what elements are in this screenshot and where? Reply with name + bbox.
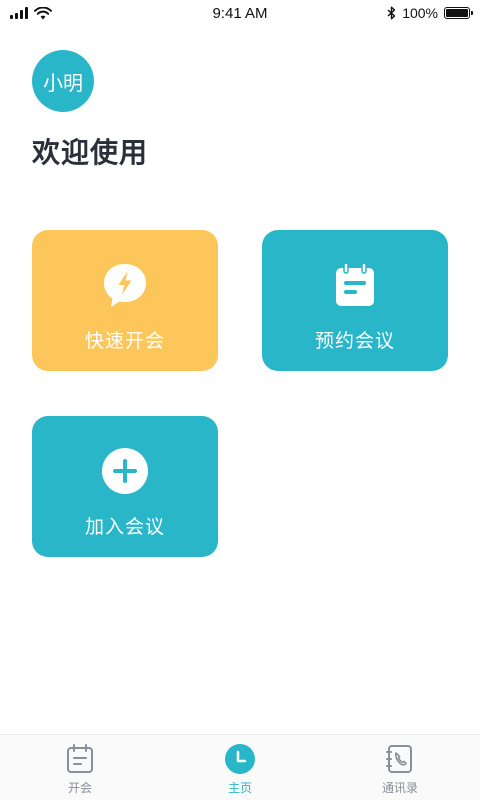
- quick-meeting-button[interactable]: 快速开会: [32, 230, 218, 371]
- tab-meeting[interactable]: 开会: [20, 735, 140, 796]
- tab-bar: 开会 主页 通讯录: [0, 734, 480, 800]
- contacts-phone-icon: [384, 743, 416, 775]
- page-title: 欢迎使用: [32, 136, 149, 169]
- join-meeting-button[interactable]: 加入会议: [32, 416, 218, 557]
- battery-icon: [444, 7, 473, 19]
- avatar[interactable]: 小明: [32, 50, 94, 112]
- tab-contacts[interactable]: 通讯录: [340, 735, 460, 796]
- tab-contacts-label: 通讯录: [381, 781, 418, 795]
- status-right: 100%: [387, 5, 473, 21]
- tab-meeting-label: 开会: [67, 781, 92, 795]
- bluetooth-icon: [387, 6, 396, 20]
- lightning-chat-icon: [100, 260, 150, 310]
- status-left: [10, 6, 52, 20]
- battery-fill: [446, 9, 468, 17]
- clock-icon: [224, 743, 256, 775]
- signal-icon: [10, 7, 28, 19]
- calendar-icon: [64, 743, 96, 775]
- join-meeting-label: 加入会议: [84, 516, 165, 538]
- wifi-icon: [34, 6, 52, 19]
- schedule-meeting-label: 预约会议: [314, 330, 395, 352]
- tab-home[interactable]: 主页: [180, 735, 300, 796]
- plus-circle-icon: [100, 446, 150, 496]
- calendar-note-icon: [330, 260, 380, 310]
- battery-percentage: 100%: [402, 5, 438, 21]
- quick-meeting-label: 快速开会: [84, 330, 165, 352]
- tab-home-label: 主页: [227, 781, 252, 795]
- status-bar: 9:41 AM 100%: [0, 0, 480, 26]
- schedule-meeting-button[interactable]: 预约会议: [262, 230, 448, 371]
